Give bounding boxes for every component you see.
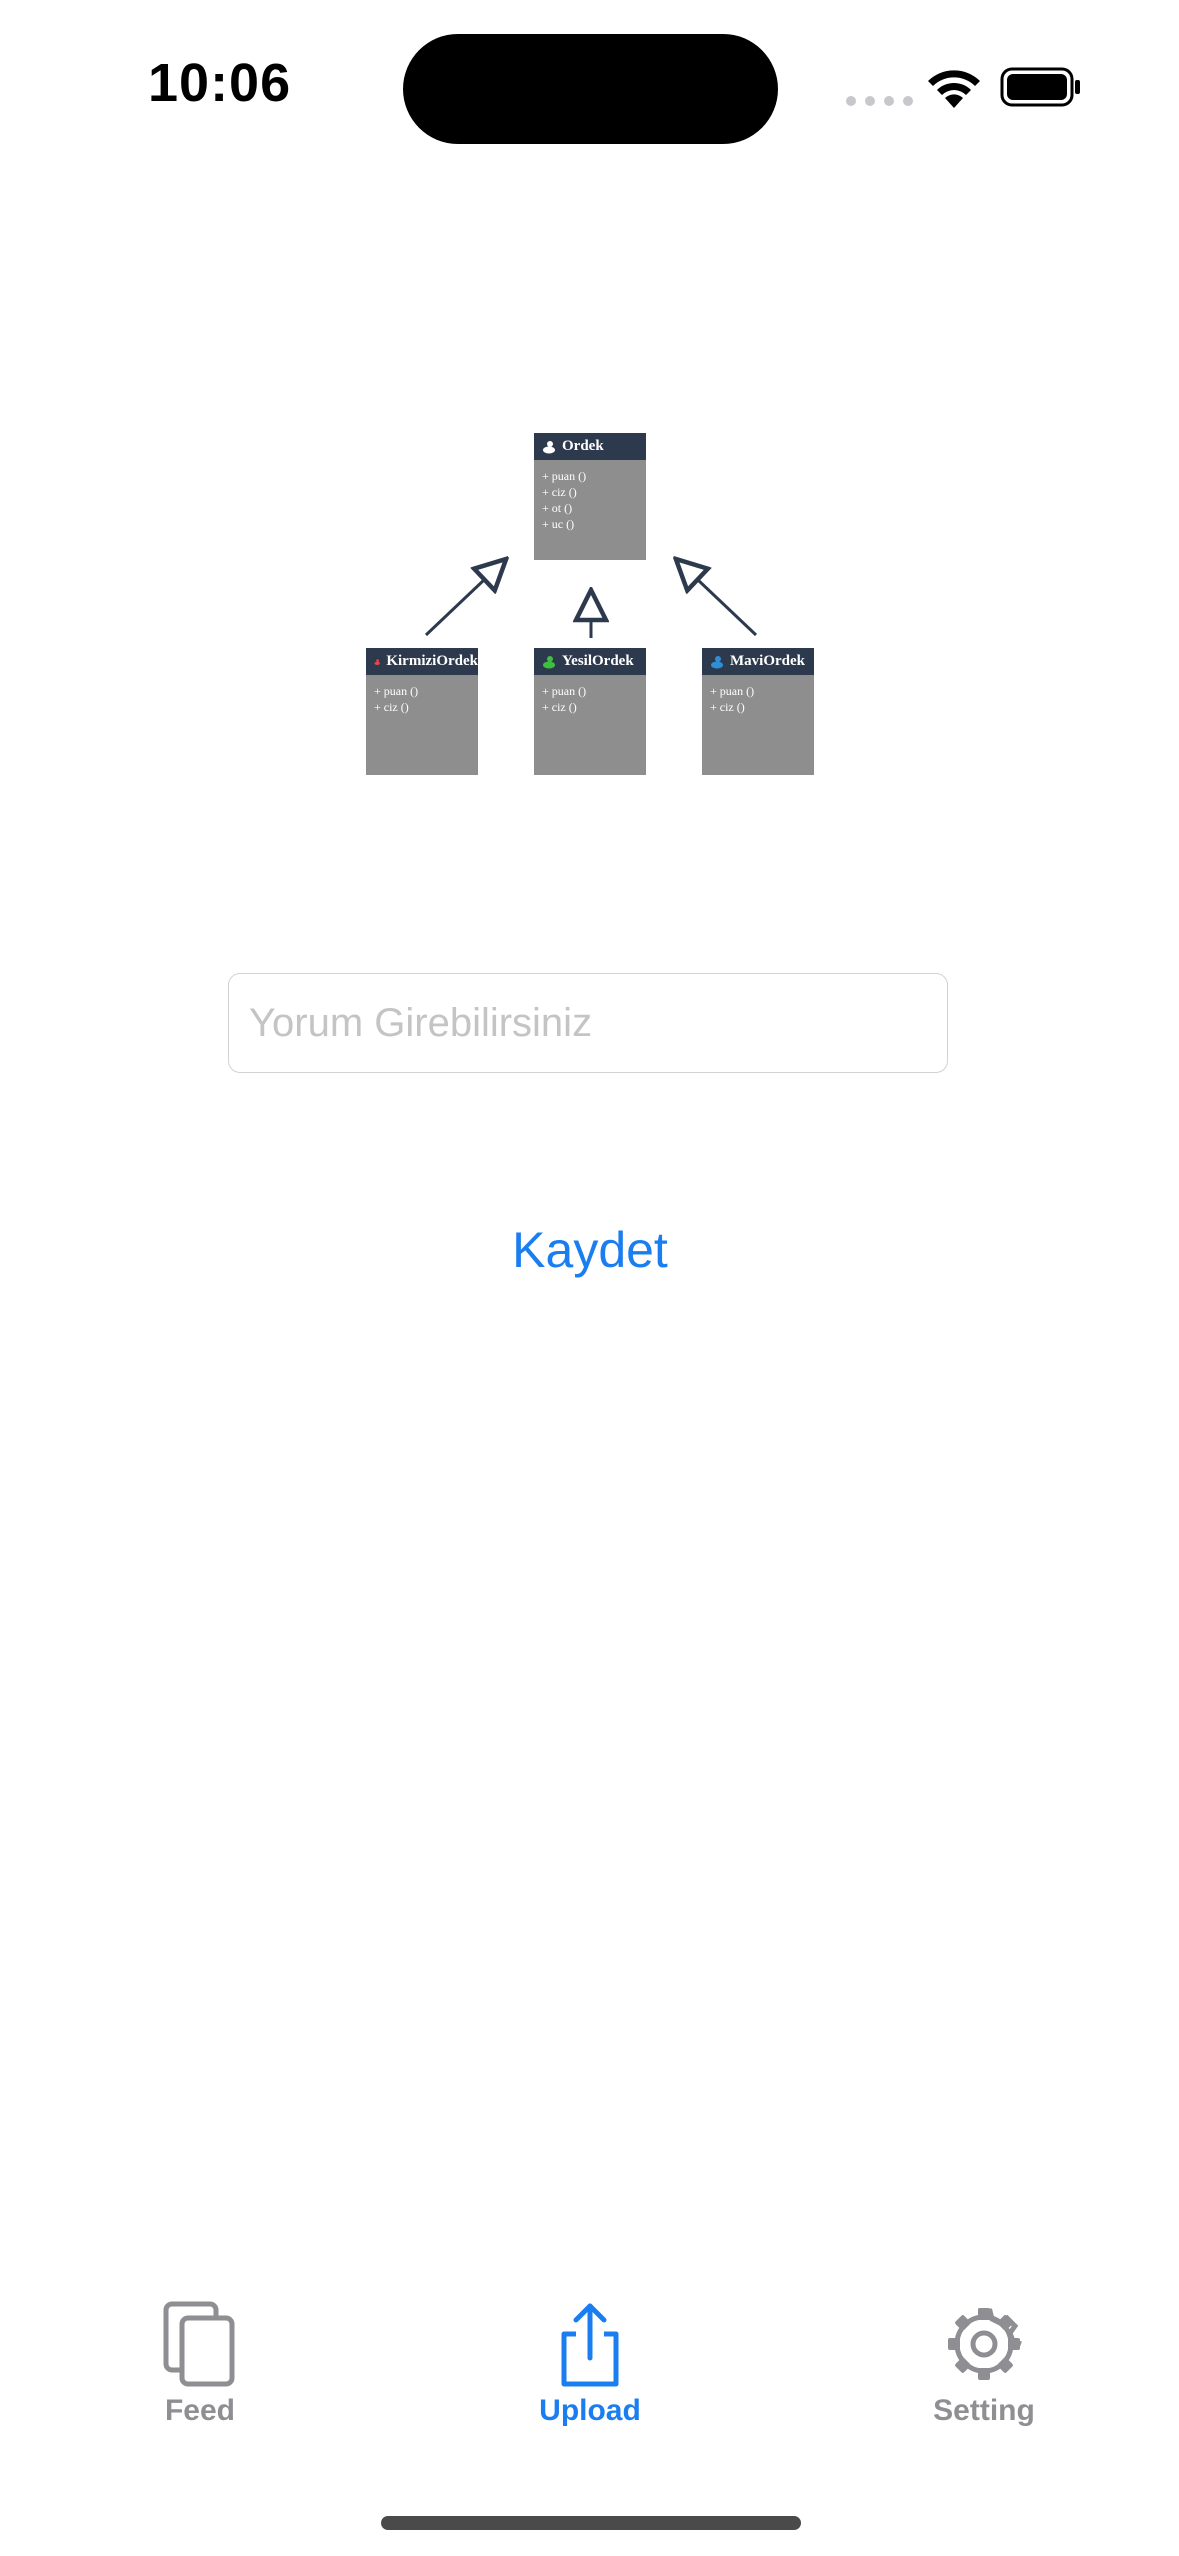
uml-class-yesilordek: YesilOrdek + puan () + ciz () — [534, 648, 646, 775]
uml-method: + ciz () — [542, 485, 577, 499]
tab-upload[interactable]: Upload — [460, 2300, 720, 2460]
uml-class-title: KirmiziOrdek — [386, 653, 478, 669]
uml-method: + ciz () — [710, 700, 745, 714]
comment-input[interactable] — [228, 973, 948, 1073]
tab-setting[interactable]: Setting — [854, 2300, 1114, 2460]
feed-icon — [163, 2301, 235, 2387]
wifi-icon — [928, 70, 980, 108]
uml-class-kirmiziordek: KirmiziOrdek + puan () + ciz () — [366, 648, 478, 775]
uml-method: + puan () — [542, 469, 587, 483]
uml-class-title: MaviOrdek — [730, 653, 805, 669]
duck-icon — [543, 655, 555, 668]
status-time: 10:06 — [148, 53, 292, 113]
uml-method: + puan () — [710, 684, 755, 698]
dynamic-island — [403, 34, 778, 144]
uml-method: + ot () — [542, 501, 573, 515]
tab-label: Upload — [539, 2394, 641, 2427]
home-indicator[interactable] — [381, 2516, 801, 2530]
uml-method: + ciz () — [374, 700, 409, 714]
uml-method: + uc () — [542, 517, 575, 531]
uml-class-title: Ordek — [562, 438, 604, 454]
uml-class-maviordek: MaviOrdek + puan () + ciz () — [702, 648, 814, 775]
uml-class-title: YesilOrdek — [562, 653, 634, 669]
uml-class-ordek: Ordek + puan () + ciz () + ot () + uc () — [534, 433, 646, 560]
uml-method: + puan () — [374, 684, 419, 698]
tab-feed[interactable]: Feed — [70, 2300, 330, 2460]
cellular-signal-icon — [846, 96, 913, 106]
tab-label: Setting — [933, 2394, 1035, 2427]
uml-method: + ciz () — [542, 700, 577, 714]
duck-icon — [543, 440, 555, 453]
battery-icon — [1000, 67, 1080, 107]
duck-icon — [374, 658, 380, 665]
class-diagram-image: Ordek + puan () + ciz () + ot () + uc ()… — [366, 433, 816, 778]
duck-icon — [711, 655, 723, 668]
save-button[interactable]: Kaydet — [440, 1215, 740, 1285]
uml-method: + puan () — [542, 684, 587, 698]
upload-icon — [561, 2303, 619, 2387]
tab-bar: Feed Upload Setting — [0, 2300, 1179, 2480]
tab-label: Feed — [164, 2394, 236, 2427]
gear-icon — [948, 2308, 1022, 2380]
